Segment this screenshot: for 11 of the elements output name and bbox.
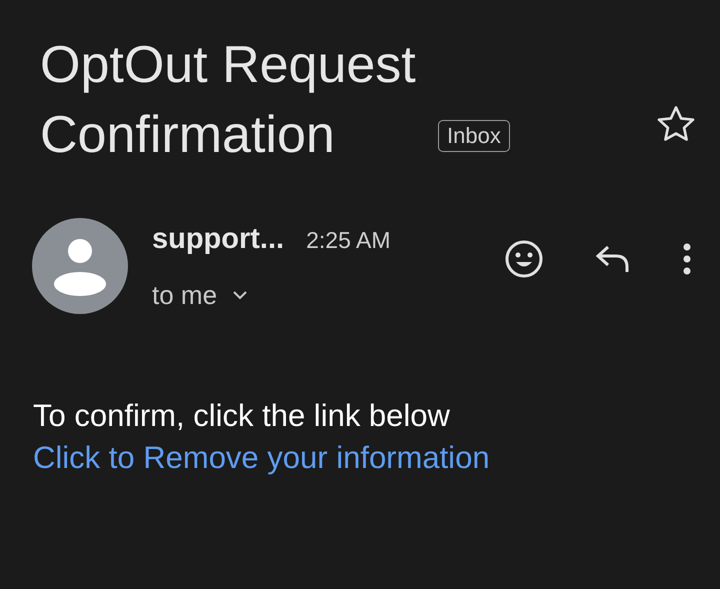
remove-info-link[interactable]: Click to Remove your information [33,436,490,478]
email-subject: OptOut Request Confirmation [40,35,417,166]
email-time: 2:25 AM [306,226,390,254]
body-text: To confirm, click the link below [33,396,450,434]
recipient-toggle[interactable]: to me [152,276,390,314]
sender-name[interactable]: support... [152,218,284,262]
inbox-label[interactable]: Inbox [438,120,510,152]
emoji-icon[interactable] [504,239,544,280]
more-options-icon[interactable] [682,242,692,276]
avatar-icon[interactable] [32,218,128,314]
chevron-down-icon [233,290,248,300]
